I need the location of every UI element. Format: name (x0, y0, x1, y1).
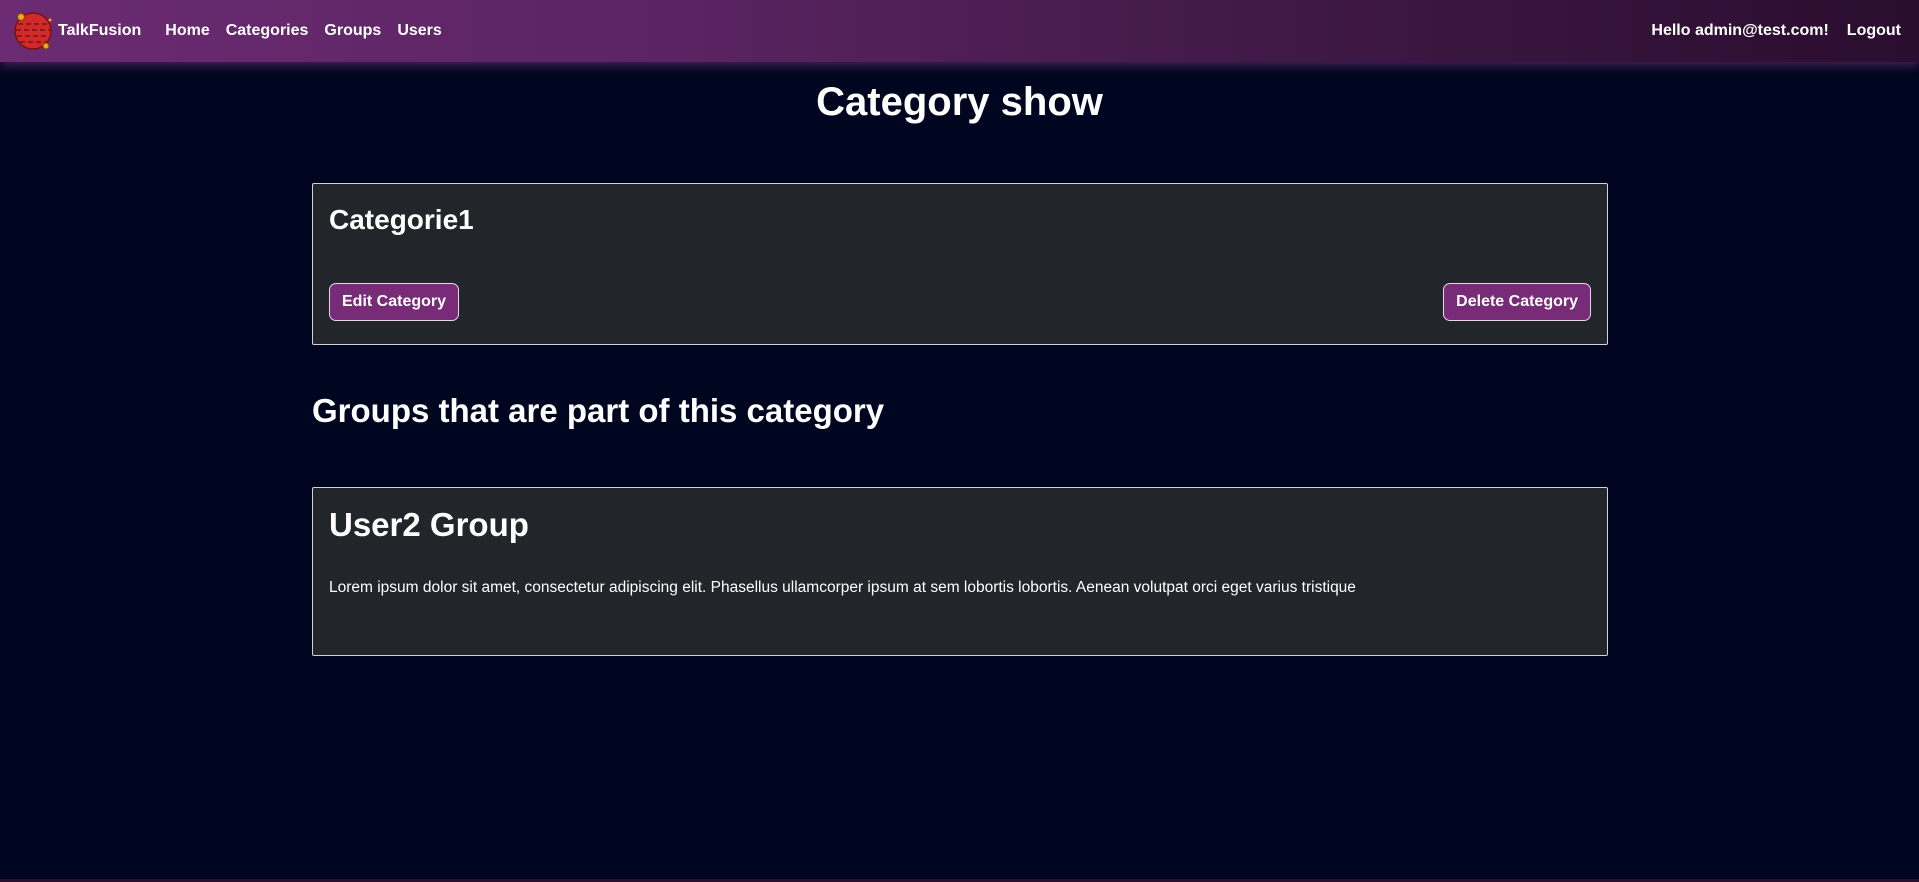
nav-user-area: Hello admin@test.com! Logout (1651, 22, 1901, 40)
brand-link[interactable]: TalkFusion (12, 10, 141, 52)
groups-section-title: Groups that are part of this category (312, 392, 885, 429)
nav-link-groups[interactable]: Groups (324, 22, 381, 40)
group-description: Lorem ipsum dolor sit amet, consectetur … (329, 579, 1356, 596)
group-card[interactable]: User2 Group Lorem ipsum dolor sit amet, … (312, 487, 1608, 656)
group-name[interactable]: User2 Group (329, 506, 529, 544)
page-title: Category show (816, 80, 1103, 124)
logout-link[interactable]: Logout (1847, 22, 1901, 40)
nav-links: Home Categories Groups Users (165, 22, 458, 40)
planet-logo-icon (14, 12, 52, 50)
category-name: Categorie1 (329, 204, 474, 235)
user-greeting: Hello admin@test.com! (1651, 22, 1829, 39)
nav-link-home[interactable]: Home (165, 22, 209, 40)
delete-category-button[interactable]: Delete Category (1443, 283, 1591, 321)
edit-category-button[interactable]: Edit Category (329, 283, 460, 321)
top-navbar: TalkFusion Home Categories Groups Users … (0, 0, 1919, 62)
nav-link-categories[interactable]: Categories (226, 22, 309, 40)
brand-name: TalkFusion (58, 22, 142, 39)
nav-link-users[interactable]: Users (397, 22, 441, 40)
category-card: Categorie1 Edit Category Delete Category (312, 183, 1608, 345)
